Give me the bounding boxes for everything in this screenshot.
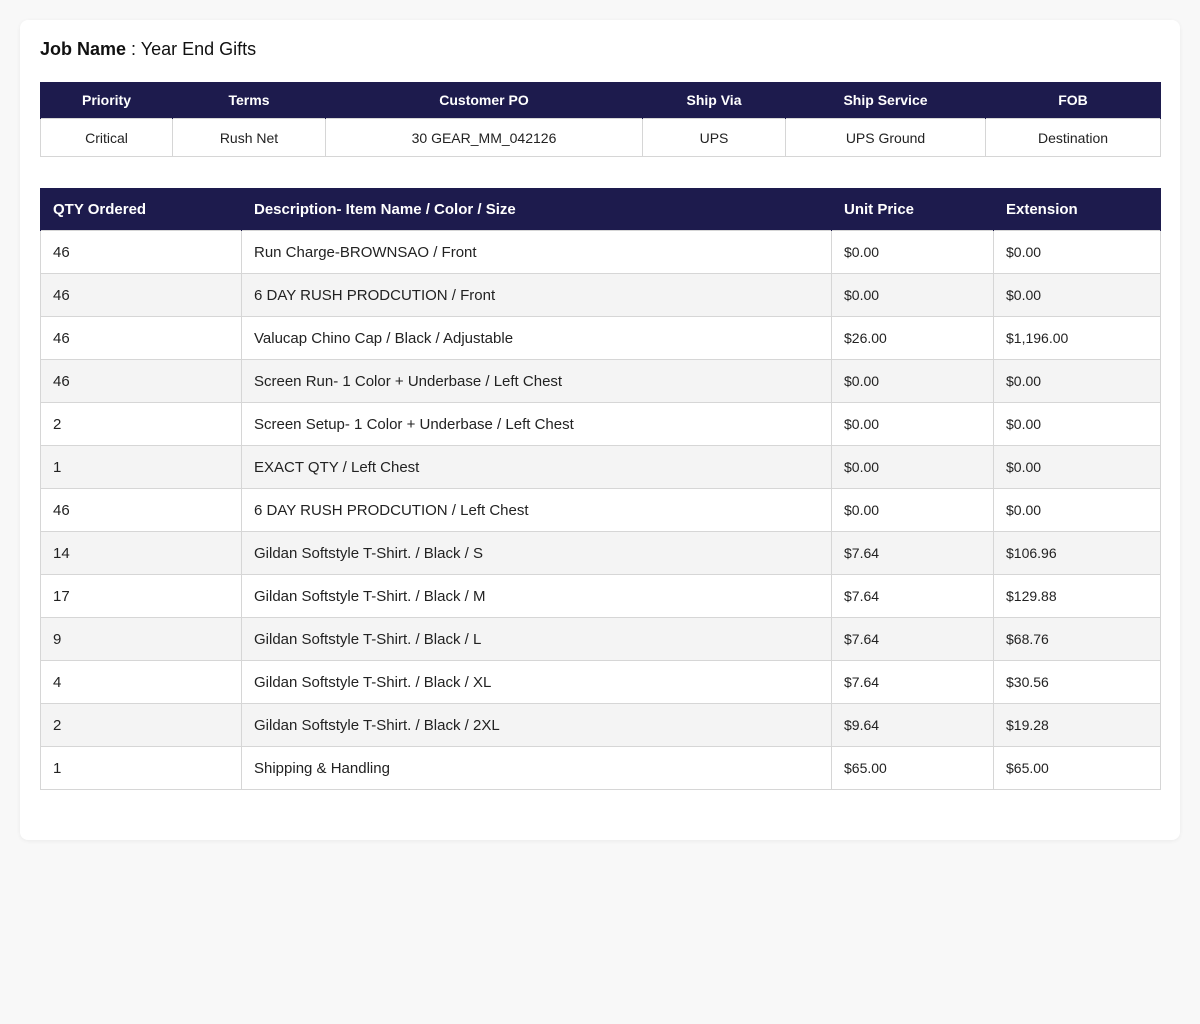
line-items-header-row: QTY Ordered Description- Item Name / Col… [40,188,1161,231]
table-row: 17 Gildan Softstyle T-Shirt. / Black / M… [40,574,1161,618]
description-cell: 6 DAY RUSH PRODCUTION / Front [241,273,832,317]
line-items-table: QTY Ordered Description- Item Name / Col… [40,188,1161,790]
order-info-header-row: Priority Terms Customer PO Ship Via Ship… [40,82,1161,119]
qty-cell: 46 [40,488,242,532]
table-row: 2 Screen Setup- 1 Color + Underbase / Le… [40,402,1161,446]
qty-cell: 46 [40,359,242,403]
table-row: 46 Valucap Chino Cap / Black / Adjustabl… [40,316,1161,360]
priority-value: Critical [40,118,173,157]
qty-cell: 46 [40,316,242,360]
header-terms: Terms [172,82,326,119]
qty-cell: 14 [40,531,242,575]
description-cell: Gildan Softstyle T-Shirt. / Black / S [241,531,832,575]
header-unit-price: Unit Price [831,188,994,231]
qty-cell: 2 [40,402,242,446]
customer-po-value: 30 GEAR_MM_042126 [325,118,643,157]
ship-service-value: UPS Ground [785,118,986,157]
table-row: 46 6 DAY RUSH PRODCUTION / Front $0.00 $… [40,273,1161,317]
unit-price-cell: $0.00 [831,488,994,532]
table-row: 1 EXACT QTY / Left Chest $0.00 $0.00 [40,445,1161,489]
extension-cell: $1,196.00 [993,316,1161,360]
unit-price-cell: $0.00 [831,359,994,403]
description-cell: Gildan Softstyle T-Shirt. / Black / M [241,574,832,618]
header-customer-po: Customer PO [325,82,643,119]
table-row: 14 Gildan Softstyle T-Shirt. / Black / S… [40,531,1161,575]
header-extension: Extension [993,188,1161,231]
header-priority: Priority [40,82,173,119]
unit-price-cell: $26.00 [831,316,994,360]
extension-cell: $0.00 [993,402,1161,446]
job-name-value: Year End Gifts [140,39,257,59]
unit-price-cell: $0.00 [831,402,994,446]
description-cell: Screen Setup- 1 Color + Underbase / Left… [241,402,832,446]
qty-cell: 1 [40,746,242,790]
job-name-separator: : [126,39,141,59]
ship-via-value: UPS [642,118,786,157]
table-row: 9 Gildan Softstyle T-Shirt. / Black / L … [40,617,1161,661]
table-row: 46 6 DAY RUSH PRODCUTION / Left Chest $0… [40,488,1161,532]
description-cell: Screen Run- 1 Color + Underbase / Left C… [241,359,832,403]
qty-cell: 46 [40,273,242,317]
extension-cell: $68.76 [993,617,1161,661]
unit-price-cell: $0.00 [831,445,994,489]
description-cell: Shipping & Handling [241,746,832,790]
table-row: 2 Gildan Softstyle T-Shirt. / Black / 2X… [40,703,1161,747]
extension-cell: $0.00 [993,273,1161,317]
description-cell: EXACT QTY / Left Chest [241,445,832,489]
qty-cell: 9 [40,617,242,661]
table-row: 46 Run Charge-BROWNSAO / Front $0.00 $0.… [40,230,1161,274]
order-info-value-row: Critical Rush Net 30 GEAR_MM_042126 UPS … [40,118,1161,157]
unit-price-cell: $9.64 [831,703,994,747]
extension-cell: $65.00 [993,746,1161,790]
table-row: 1 Shipping & Handling $65.00 $65.00 [40,746,1161,790]
unit-price-cell: $7.64 [831,574,994,618]
unit-price-cell: $7.64 [831,531,994,575]
extension-cell: $0.00 [993,359,1161,403]
extension-cell: $129.88 [993,574,1161,618]
extension-cell: $0.00 [993,230,1161,274]
job-name-line: Job Name : Year End Gifts [40,38,256,60]
extension-cell: $30.56 [993,660,1161,704]
qty-cell: 17 [40,574,242,618]
qty-cell: 4 [40,660,242,704]
unit-price-cell: $0.00 [831,230,994,274]
description-cell: Gildan Softstyle T-Shirt. / Black / L [241,617,832,661]
order-card: Job Name : Year End Gifts Priority Terms… [20,20,1180,840]
extension-cell: $106.96 [993,531,1161,575]
description-cell: Gildan Softstyle T-Shirt. / Black / 2XL [241,703,832,747]
description-cell: Run Charge-BROWNSAO / Front [241,230,832,274]
header-qty-ordered: QTY Ordered [40,188,242,231]
unit-price-cell: $7.64 [831,617,994,661]
extension-cell: $0.00 [993,445,1161,489]
job-name-label: Job Name [40,39,127,59]
order-info-table: Priority Terms Customer PO Ship Via Ship… [40,82,1161,157]
table-row: 46 Screen Run- 1 Color + Underbase / Lef… [40,359,1161,403]
unit-price-cell: $0.00 [831,273,994,317]
description-cell: Gildan Softstyle T-Shirt. / Black / XL [241,660,832,704]
header-fob: FOB [985,82,1161,119]
header-description: Description- Item Name / Color / Size [241,188,832,231]
qty-cell: 46 [40,230,242,274]
header-ship-via: Ship Via [642,82,786,119]
extension-cell: $0.00 [993,488,1161,532]
description-cell: Valucap Chino Cap / Black / Adjustable [241,316,832,360]
terms-value: Rush Net [172,118,326,157]
qty-cell: 1 [40,445,242,489]
unit-price-cell: $65.00 [831,746,994,790]
qty-cell: 2 [40,703,242,747]
extension-cell: $19.28 [993,703,1161,747]
unit-price-cell: $7.64 [831,660,994,704]
table-row: 4 Gildan Softstyle T-Shirt. / Black / XL… [40,660,1161,704]
description-cell: 6 DAY RUSH PRODCUTION / Left Chest [241,488,832,532]
fob-value: Destination [985,118,1161,157]
header-ship-service: Ship Service [785,82,986,119]
